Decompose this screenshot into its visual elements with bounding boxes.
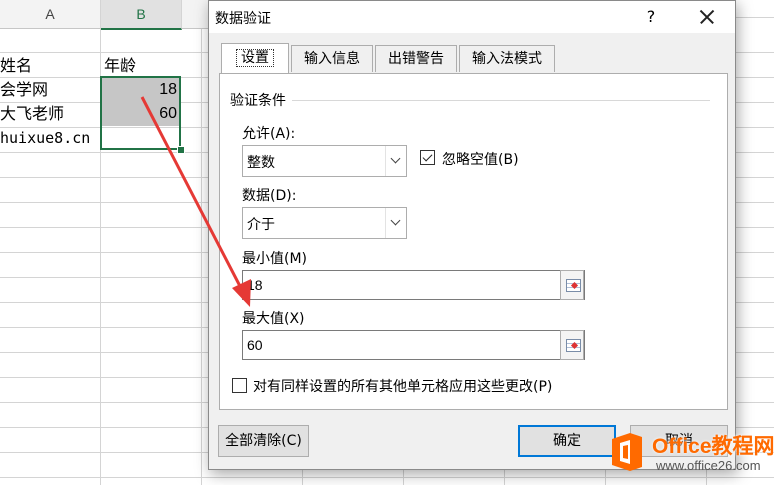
tab-input-message[interactable]: 输入信息 xyxy=(291,45,373,72)
column-header-a[interactable]: A xyxy=(0,0,101,29)
column-header-b[interactable]: B xyxy=(101,0,182,30)
data-value: 介于 xyxy=(247,217,275,233)
help-button[interactable]: ? xyxy=(639,5,663,29)
group-divider xyxy=(292,100,710,101)
minimum-label: 最小值(M) xyxy=(242,251,308,267)
office-logo-icon xyxy=(612,433,642,471)
data-select[interactable]: 介于 xyxy=(242,207,407,239)
maximum-label: 最大值(X) xyxy=(242,311,305,327)
data-validation-dialog: 数据验证 ? 设置 输入信息 出错警告 输入法模式 验证条件 允许(A): 整数… xyxy=(208,0,736,470)
title-bar: 数据验证 ? xyxy=(209,1,735,33)
chevron-down-icon[interactable] xyxy=(385,208,406,238)
group-label-criteria: 验证条件 xyxy=(230,93,286,109)
chevron-down-icon[interactable] xyxy=(385,146,406,176)
collapse-maximum-button[interactable] xyxy=(560,330,584,360)
dialog-title: 数据验证 xyxy=(215,11,271,27)
data-label: 数据(D): xyxy=(242,188,297,204)
watermark: Office教程网 www.office26.com xyxy=(604,428,774,480)
minimum-input[interactable]: 18 xyxy=(242,270,585,300)
cell-a2[interactable]: 姓名 xyxy=(0,54,32,78)
tab-ime-mode[interactable]: 输入法模式 xyxy=(459,45,555,72)
maximum-input[interactable]: 60 xyxy=(242,330,585,360)
allow-value: 整数 xyxy=(247,155,275,171)
selection-range xyxy=(100,76,181,150)
ignore-blank-label[interactable]: 忽略空值(B) xyxy=(442,149,519,169)
collapse-minimum-button[interactable] xyxy=(560,270,584,300)
cell-a5[interactable]: huixue8.cn xyxy=(0,126,90,150)
ok-button[interactable]: 确定 xyxy=(518,425,616,457)
allow-select[interactable]: 整数 xyxy=(242,145,407,177)
clear-all-button[interactable]: 全部清除(C) xyxy=(218,425,309,457)
range-select-icon xyxy=(566,339,581,352)
watermark-url: www.office26.com xyxy=(656,458,761,473)
apply-all-checkbox[interactable] xyxy=(232,378,247,393)
allow-label: 允许(A): xyxy=(242,126,296,142)
minimum-value: 18 xyxy=(247,277,263,293)
cell-a4[interactable]: 大飞老师 xyxy=(0,102,64,126)
watermark-brand: Office教程网 xyxy=(652,435,774,458)
ignore-blank-checkbox[interactable] xyxy=(420,150,435,165)
close-icon[interactable] xyxy=(695,5,719,29)
cell-a3[interactable]: 会学网 xyxy=(0,78,48,102)
maximum-value: 60 xyxy=(247,337,263,353)
cell-b2[interactable]: 年龄 xyxy=(104,54,136,78)
apply-all-label[interactable]: 对有同样设置的所有其他单元格应用这些更改(P) xyxy=(253,376,552,396)
tab-settings[interactable]: 设置 xyxy=(221,43,289,73)
settings-panel: 验证条件 允许(A): 整数 忽略空值(B) 数据(D): 介于 最小值(M) … xyxy=(219,73,728,410)
range-select-icon xyxy=(566,279,581,292)
tab-error-alert[interactable]: 出错警告 xyxy=(375,45,457,72)
fill-handle[interactable] xyxy=(177,146,185,154)
